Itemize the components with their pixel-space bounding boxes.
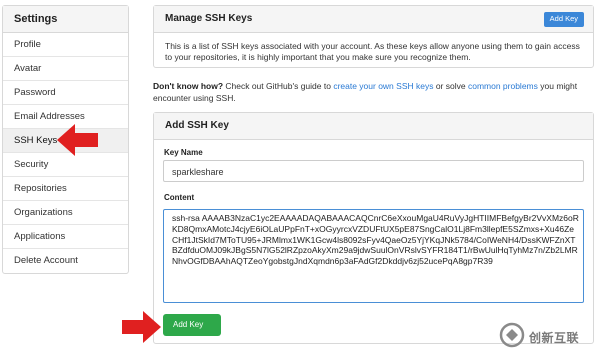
sidebar-title: Settings <box>3 6 128 33</box>
help-note-bold: Don't know how? <box>153 81 224 91</box>
help-note-text-2: or solve <box>433 81 468 91</box>
watermark: 创新互联 <box>497 321 599 351</box>
manage-panel-title: Manage SSH Keys <box>165 13 253 24</box>
sidebar-item-applications[interactable]: Applications <box>3 225 128 249</box>
sidebar-item-avatar[interactable]: Avatar <box>3 57 128 81</box>
manage-panel-description: This is a list of SSH keys associated wi… <box>165 41 580 62</box>
add-panel-header: Add SSH Key <box>154 113 593 140</box>
arrow-shaft <box>74 133 98 147</box>
key-name-label: Key Name <box>164 148 203 157</box>
arrow-head <box>57 124 75 156</box>
manage-ssh-keys-panel: Manage SSH Keys Add Key This is a list o… <box>153 5 594 68</box>
add-ssh-key-panel: Add SSH Key Key Name sparkleshare Conten… <box>153 112 594 344</box>
sidebar-item-security[interactable]: Security <box>3 153 128 177</box>
watermark-logo-icon <box>499 322 525 348</box>
add-key-submit-button[interactable]: Add Key <box>163 314 221 336</box>
watermark-text: 创新互联 <box>529 331 580 345</box>
key-name-input[interactable]: sparkleshare <box>163 160 584 182</box>
sidebar-item-profile[interactable]: Profile <box>3 33 128 57</box>
sidebar-item-password[interactable]: Password <box>3 81 128 105</box>
arrow-shaft <box>122 320 144 334</box>
create-ssh-keys-link[interactable]: create your own SSH keys <box>333 81 433 91</box>
key-content-textarea[interactable]: ssh-rsa AAAAB3NzaC1yc2EAAAADAQABAAACAQCn… <box>163 209 584 303</box>
add-panel-title: Add SSH Key <box>165 120 229 131</box>
help-note: Don't know how? Check out GitHub's guide… <box>153 80 594 104</box>
sidebar-item-delete-account[interactable]: Delete Account <box>3 249 128 273</box>
sidebar-item-organizations[interactable]: Organizations <box>3 201 128 225</box>
sidebar-item-repositories[interactable]: Repositories <box>3 177 128 201</box>
common-problems-link[interactable]: common problems <box>468 81 538 91</box>
arrow-head <box>143 311 161 343</box>
help-note-text-1: Check out GitHub's guide to <box>223 81 334 91</box>
manage-panel-header: Manage SSH Keys Add Key <box>154 6 593 33</box>
add-key-header-button[interactable]: Add Key <box>543 12 584 27</box>
content-label: Content <box>164 193 195 202</box>
